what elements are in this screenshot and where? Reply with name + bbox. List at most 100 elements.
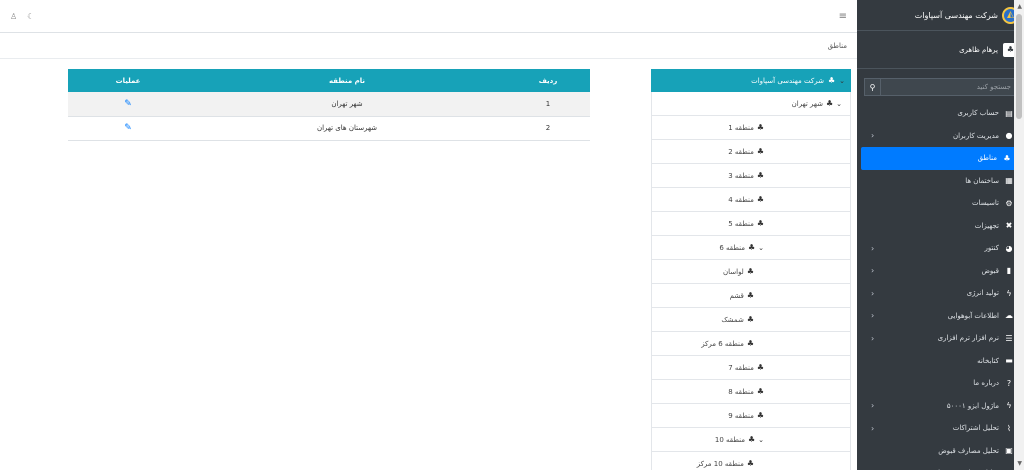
chevron-down-icon[interactable]: ⌄	[836, 100, 842, 108]
sidebar-item[interactable]: ▮ قبوض ‹	[857, 260, 1024, 283]
sidebar-item[interactable]: ♣ مناطق	[861, 147, 1022, 170]
sidebar-item[interactable]: ▤ حساب کاربری	[857, 102, 1024, 125]
sitemap-icon: ♣	[825, 99, 834, 108]
sidebar-item[interactable]: ✖ تجهیزات	[857, 215, 1024, 238]
tree-node-label: شهر تهران	[791, 99, 823, 108]
sidebar-menu: ▤ حساب کاربری ● مدیریت کاربران ‹ ♣ مناطق ▦ ساختم…	[857, 102, 1024, 470]
sitemap-icon: ♣	[756, 387, 764, 396]
tree-node[interactable]: ♣ شمشک	[651, 308, 851, 332]
chevron-down-icon[interactable]: ⌄	[758, 244, 764, 252]
sidebar-item[interactable]: ϟ ماژول ایزو ۵۰۰۰۱ ‹	[857, 395, 1024, 418]
tree-node[interactable]: ♣ منطقه 5	[651, 212, 851, 236]
sidebar-item[interactable]: ▣ تحلیل مصارف قبوض	[857, 440, 1024, 463]
sidebar-item-label: تحلیل اشتراکات	[952, 424, 999, 433]
sidebar-item[interactable]: ☁ اطلاعات آبوهوایی ‹	[857, 305, 1024, 328]
scroll-up-icon[interactable]: ▲	[1017, 3, 1022, 10]
sidebar-item[interactable]: ◕ کنتور ‹	[857, 237, 1024, 260]
sidebar-item[interactable]: ⚙ تاسیسات	[857, 192, 1024, 215]
sidebar-search: ⚲	[864, 78, 1018, 96]
sitemap-icon: ♣	[746, 267, 754, 276]
chevron-left-icon: ‹	[871, 288, 875, 298]
chevron-left-icon: ‹	[871, 311, 875, 321]
tree-node[interactable]: ♣ قشم	[651, 284, 851, 308]
sitemap-icon: ♣	[746, 291, 754, 300]
tree-node[interactable]: ♣ منطقه 9	[651, 404, 851, 428]
tree-node[interactable]: ♣ منطقه 8	[651, 380, 851, 404]
tree-node-label: منطقه 9	[728, 411, 754, 420]
sitemap-icon: ♣	[756, 411, 764, 420]
tree-node-label: منطقه 7	[728, 363, 754, 372]
sidebar-item[interactable]: ☰ نرم افزار ترم افزاری ‹	[857, 327, 1024, 350]
tree-node-label: منطقه 6 مرکز	[701, 339, 744, 348]
building-icon: ▦	[1005, 176, 1013, 186]
page-title: مناطق	[827, 41, 847, 50]
sidebar-item[interactable]: ⌇ تحلیل اشتراکات ‹	[857, 417, 1024, 440]
tree-root-node[interactable]: ⌄ ♣ شرکت مهندسی آسپاوات	[651, 69, 851, 92]
tree-node-label: منطقه 8	[728, 387, 754, 396]
table-row: 2 شهرستان های تهران ✎	[68, 116, 590, 141]
sitemap-icon: ♣	[756, 363, 764, 372]
sidebar-item[interactable]: ⚙تحلیل مصارف تجهیزات	[857, 462, 1024, 470]
brand-link[interactable]: ◭ شرکت مهندسی آسپاوات	[857, 0, 1024, 31]
hamburger-menu-icon[interactable]: ≡	[839, 11, 847, 22]
tree-node[interactable]: ♣ لواسان	[651, 260, 851, 284]
cogs-icon: ⚙	[1005, 198, 1013, 208]
scroll-down-icon[interactable]: ▼	[1017, 460, 1022, 467]
bolt-icon: ϟ	[1006, 401, 1012, 411]
tools-icon: ✖	[1005, 221, 1013, 231]
moon-icon[interactable]: ☾	[27, 12, 34, 21]
sidebar-item[interactable]: ▬ کتابخانه	[857, 350, 1024, 373]
tree-node-label: منطقه 10	[714, 435, 745, 444]
chevron-left-icon: ‹	[871, 423, 875, 433]
scroll-thumb[interactable]	[1016, 14, 1022, 119]
tree-node[interactable]: ⌄ ♣ منطقه 6	[651, 236, 851, 260]
user-name: پرهام ظاهری	[959, 45, 998, 54]
tree-node[interactable]: ⌄ ♣ منطقه 10	[651, 428, 851, 452]
sidebar-item[interactable]: ● مدیریت کاربران ‹	[857, 125, 1024, 148]
sidebar-scrollbar[interactable]: ▲ ▼	[1014, 0, 1024, 470]
sidebar-item[interactable]: ? درباره ما	[857, 372, 1024, 395]
sidebar-item[interactable]: ϟ تولید انرژی ‹	[857, 282, 1024, 305]
tree-node-label: منطقه 6	[719, 243, 745, 252]
tree-node[interactable]: ♣ منطقه 6 مرکز	[651, 332, 851, 356]
tree-node[interactable]: ♣ منطقه 4	[651, 188, 851, 212]
tree-node[interactable]: ♣ منطقه 1	[651, 116, 851, 140]
edit-icon[interactable]: ✎	[124, 99, 132, 109]
search-icon[interactable]: ⚲	[864, 78, 881, 96]
tree-node-label: منطقه 2	[728, 147, 754, 156]
tree-node-label: منطقه 10 مرکز	[696, 459, 744, 468]
tree-node-label: منطقه 4	[728, 195, 754, 204]
sidebar-item[interactable]: ▦ ساختمان ها	[857, 170, 1024, 193]
calculator-icon: ▣	[1005, 446, 1013, 456]
sidebar-item-label: تاسیسات	[971, 199, 999, 208]
sidebar-item-label: تجهیزات	[974, 221, 999, 230]
tree-node[interactable]: ♣ منطقه 3	[651, 164, 851, 188]
sidebar-item-label: درباره ما	[973, 379, 999, 388]
tree-node[interactable]: ♣ منطقه 7	[651, 356, 851, 380]
tree-root-label: شرکت مهندسی آسپاوات	[751, 76, 824, 85]
row-actions: ✎	[68, 116, 188, 141]
tree-node[interactable]: ♣ منطقه 2	[651, 140, 851, 164]
search-input[interactable]	[881, 78, 1018, 96]
table-header-row: ردیف نام منطقه عملیات	[68, 69, 590, 92]
tree-node[interactable]: ⌄ ♣ شهر تهران	[651, 92, 851, 116]
user-panel[interactable]: ♣ پرهام ظاهری	[857, 31, 1024, 69]
edit-icon[interactable]: ✎	[124, 123, 132, 133]
sidebar-item-label: کنتور	[984, 244, 999, 253]
region-tree: ⌄ ♣ شرکت مهندسی آسپاوات ⌄ ♣ شهر تهران ♣ منطق…	[651, 69, 851, 470]
sidebar-item-label: حساب کاربری	[957, 109, 999, 118]
sitemap-icon: ♣	[756, 147, 764, 156]
navbar-left: ♙ ☾	[10, 12, 34, 21]
chevron-down-icon[interactable]: ⌄	[758, 436, 764, 444]
user-icon[interactable]: ♙	[10, 12, 17, 21]
column-header-name: نام منطقه	[188, 69, 506, 92]
app-root: ♙ ☾ ≡ مناطق ⌄ ♣ شرکت مهندسی آسپاوات ⌄ ♣ شه…	[0, 0, 1024, 470]
row-region-name: شهرستان های تهران	[188, 116, 506, 141]
file-icon: ▮	[1006, 266, 1012, 276]
chevron-down-icon[interactable]: ⌄	[839, 77, 845, 85]
sitemap-icon: ♣	[756, 123, 764, 132]
chevron-left-icon: ‹	[871, 401, 875, 411]
column-header-actions: عملیات	[68, 69, 188, 92]
tree-node[interactable]: ♣ منطقه 10 مرکز	[651, 452, 851, 470]
sidebar-item-label: تحلیل مصارف قبوض	[938, 446, 999, 455]
